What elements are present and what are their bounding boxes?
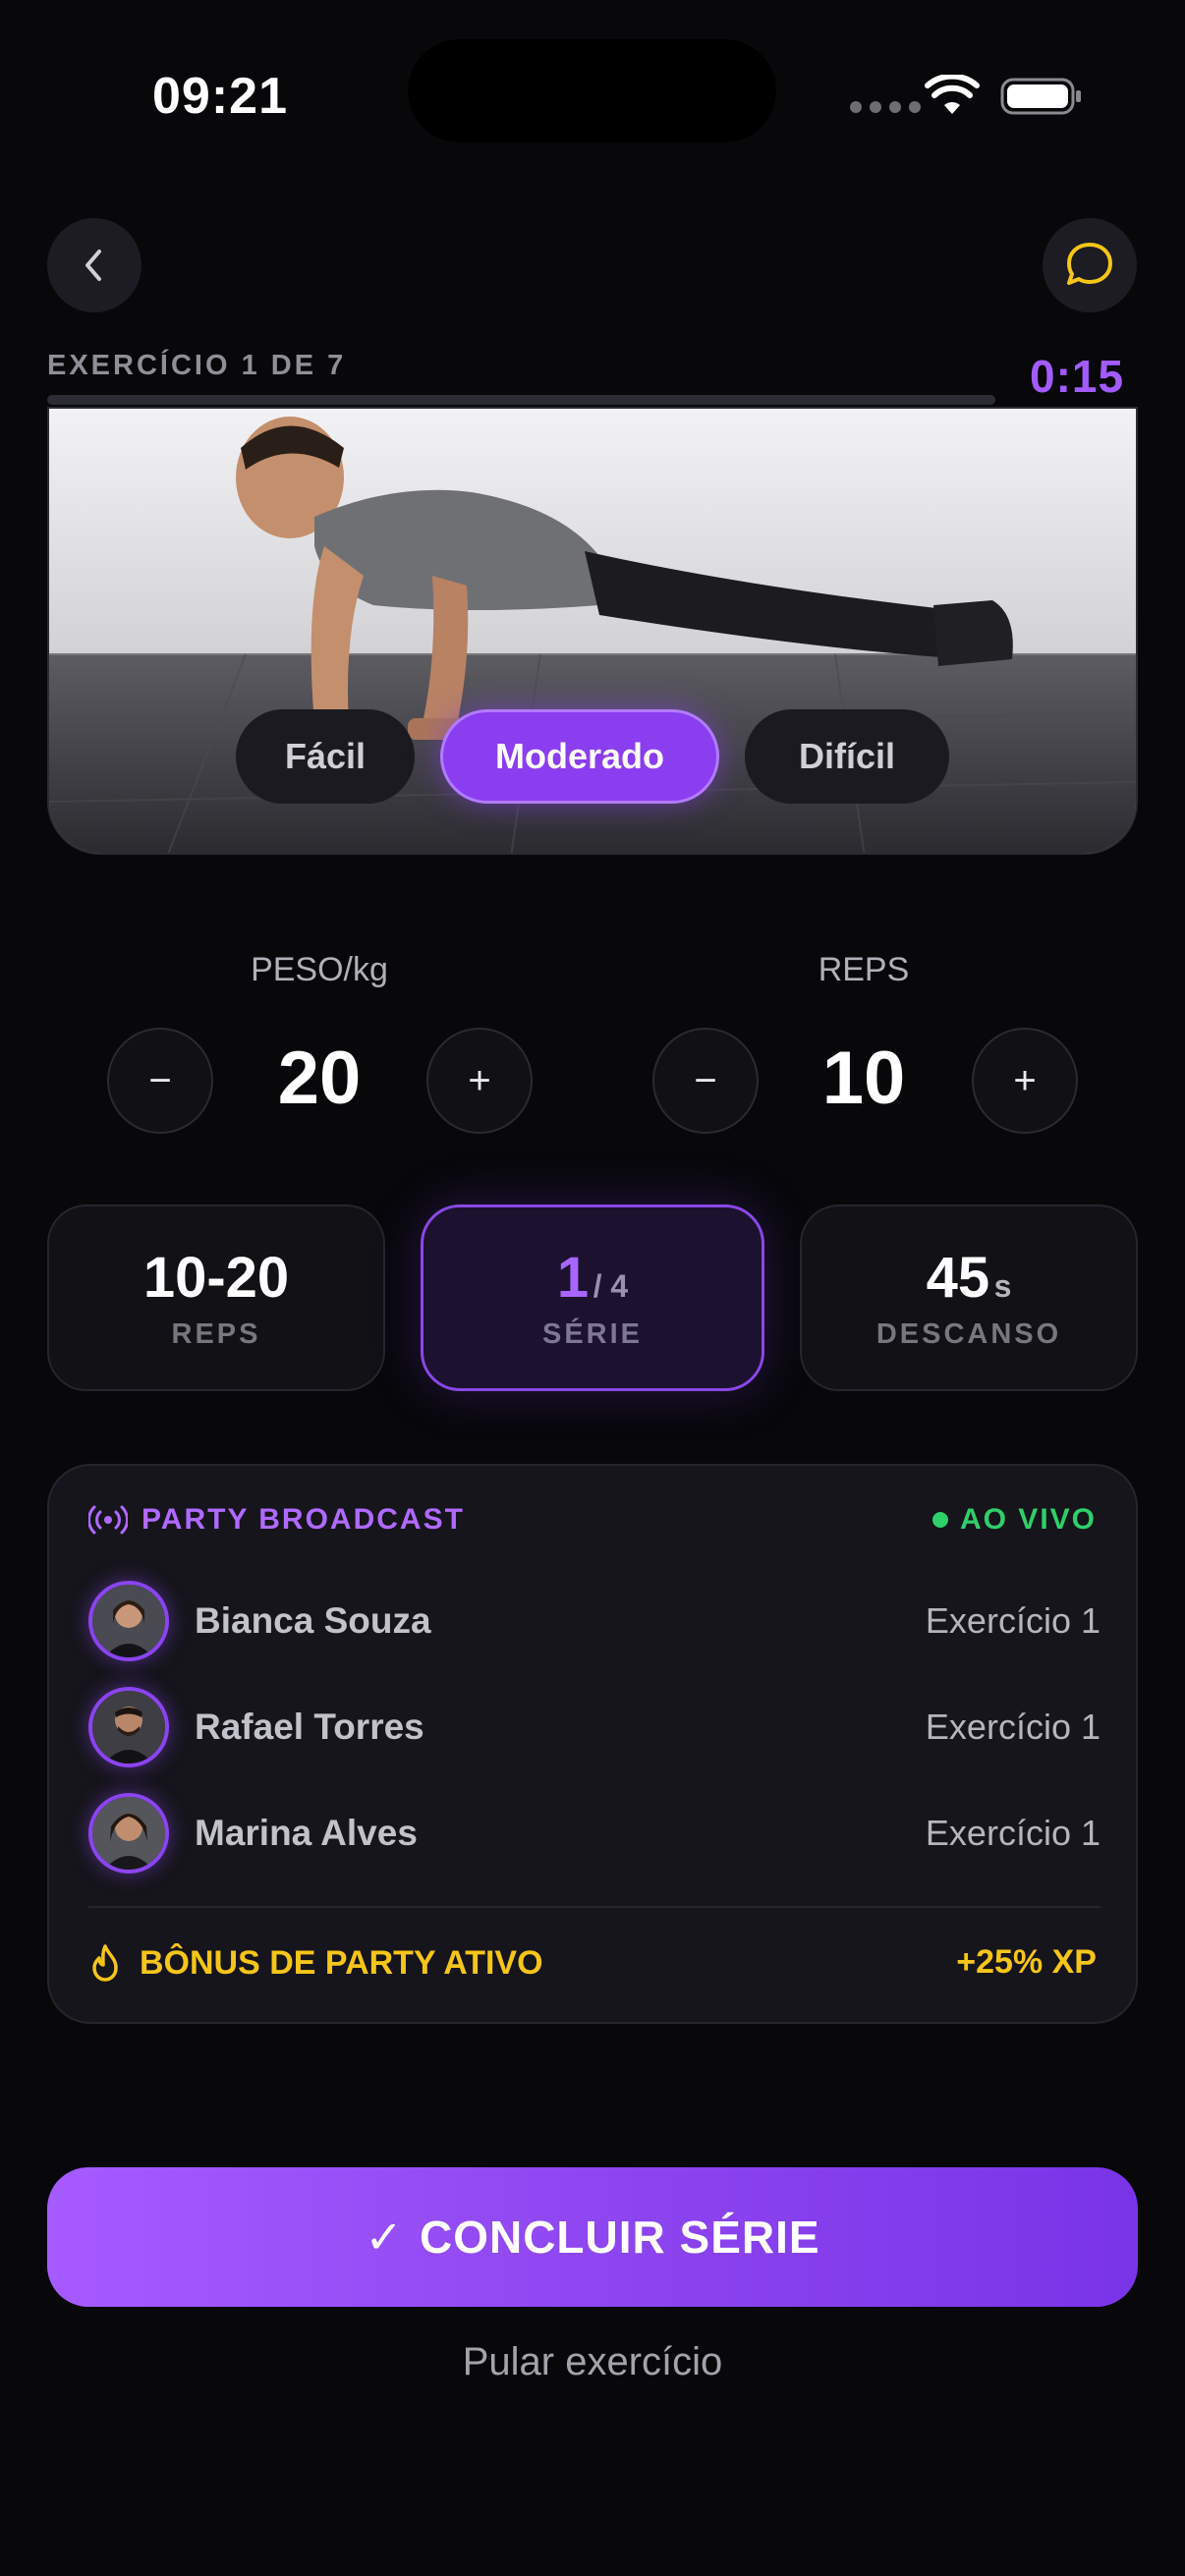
- skip-exercise-link[interactable]: Pular exercício: [0, 2340, 1185, 2384]
- series-card: 1 / 4 SÉRIE: [421, 1204, 764, 1391]
- live-indicator: AO VIVO: [931, 1503, 1097, 1537]
- chat-bubble-icon: [1067, 243, 1112, 285]
- party-member[interactable]: Marina Alves Exercício 1: [88, 1792, 1100, 1875]
- party-member[interactable]: Rafael Torres Exercício 1: [88, 1686, 1100, 1768]
- party-bonus: BÔNUS DE PARTY ATIVO: [88, 1943, 543, 1983]
- complete-series-button[interactable]: ✓ CONCLUIR SÉRIE: [47, 2167, 1138, 2307]
- series-current: 1: [556, 1246, 590, 1310]
- series-total: / 4: [592, 1268, 629, 1304]
- series-caption: SÉRIE: [541, 1318, 644, 1350]
- reps-label: REPS: [818, 951, 910, 988]
- target-reps-value: 10-20: [142, 1246, 290, 1310]
- workout-screen: 09:21 EXERCÍCIO 1 DE 7 0:15 Fácil Modera…: [0, 0, 1185, 2576]
- difficulty-hard[interactable]: Difícil: [745, 709, 949, 804]
- rest-caption: DESCANSO: [875, 1318, 1062, 1350]
- weight-value: 20: [277, 1036, 362, 1120]
- wifi-icon: [925, 75, 980, 114]
- weight-decrease-button[interactable]: −: [107, 1028, 213, 1134]
- signal-dots-icon: [850, 101, 921, 113]
- member-status: Exercício 1: [925, 1707, 1100, 1747]
- live-dot-icon: [931, 1512, 948, 1528]
- member-status: Exercício 1: [925, 1600, 1100, 1641]
- avatar: [88, 1581, 169, 1661]
- reps-value: 10: [821, 1036, 906, 1120]
- rest-value: 45: [926, 1246, 990, 1310]
- avatar: [88, 1793, 169, 1874]
- reps-increase-button[interactable]: +: [972, 1028, 1078, 1134]
- exercise-counter: EXERCÍCIO 1 DE 7: [47, 350, 347, 381]
- rest-card: 45 s DESCANSO: [800, 1204, 1138, 1391]
- chat-button[interactable]: [1043, 218, 1137, 312]
- panel-divider: [88, 1906, 1100, 1908]
- party-title-text: PARTY BROADCAST: [141, 1503, 465, 1536]
- weight-label: PESO/kg: [251, 951, 388, 988]
- flame-icon: [92, 1944, 118, 1982]
- dynamic-island: [408, 39, 776, 142]
- party-broadcast-panel: PARTY BROADCAST AO VIVO Bianca Souza Exe…: [47, 1464, 1138, 2024]
- exercise-timer: 0:15: [1030, 351, 1125, 402]
- target-reps-caption: REPS: [171, 1318, 261, 1350]
- member-status: Exercício 1: [925, 1813, 1100, 1853]
- battery-icon: [1000, 78, 1081, 115]
- live-label: AO VIVO: [959, 1503, 1097, 1536]
- bonus-label: BÔNUS DE PARTY ATIVO: [140, 1943, 543, 1982]
- difficulty-selector: Fácil Moderado Difícil: [0, 709, 1185, 804]
- rest-unit: s: [993, 1268, 1012, 1304]
- member-name: Bianca Souza: [195, 1600, 431, 1641]
- chevron-left-icon: [85, 250, 101, 281]
- reps-decrease-button[interactable]: −: [652, 1028, 759, 1134]
- exercise-progress-bar: [47, 395, 995, 405]
- weight-increase-button[interactable]: +: [426, 1028, 533, 1134]
- difficulty-easy[interactable]: Fácil: [236, 709, 415, 804]
- party-member[interactable]: Bianca Souza Exercício 1: [88, 1580, 1100, 1662]
- member-name: Rafael Torres: [195, 1707, 424, 1747]
- complete-series-label: CONCLUIR SÉRIE: [419, 2212, 820, 2263]
- member-name: Marina Alves: [195, 1813, 418, 1853]
- back-button[interactable]: [47, 218, 141, 312]
- status-time: 09:21: [152, 68, 288, 125]
- difficulty-moderate[interactable]: Moderado: [440, 709, 719, 804]
- bonus-value: +25% XP: [956, 1943, 1097, 1981]
- avatar: [88, 1687, 169, 1767]
- check-icon: ✓: [365, 2212, 404, 2263]
- exercise-progress-fill: [47, 395, 995, 405]
- party-title: PARTY BROADCAST: [88, 1503, 465, 1537]
- broadcast-icon: [88, 1505, 128, 1535]
- target-reps-card: 10-20 REPS: [47, 1204, 385, 1391]
